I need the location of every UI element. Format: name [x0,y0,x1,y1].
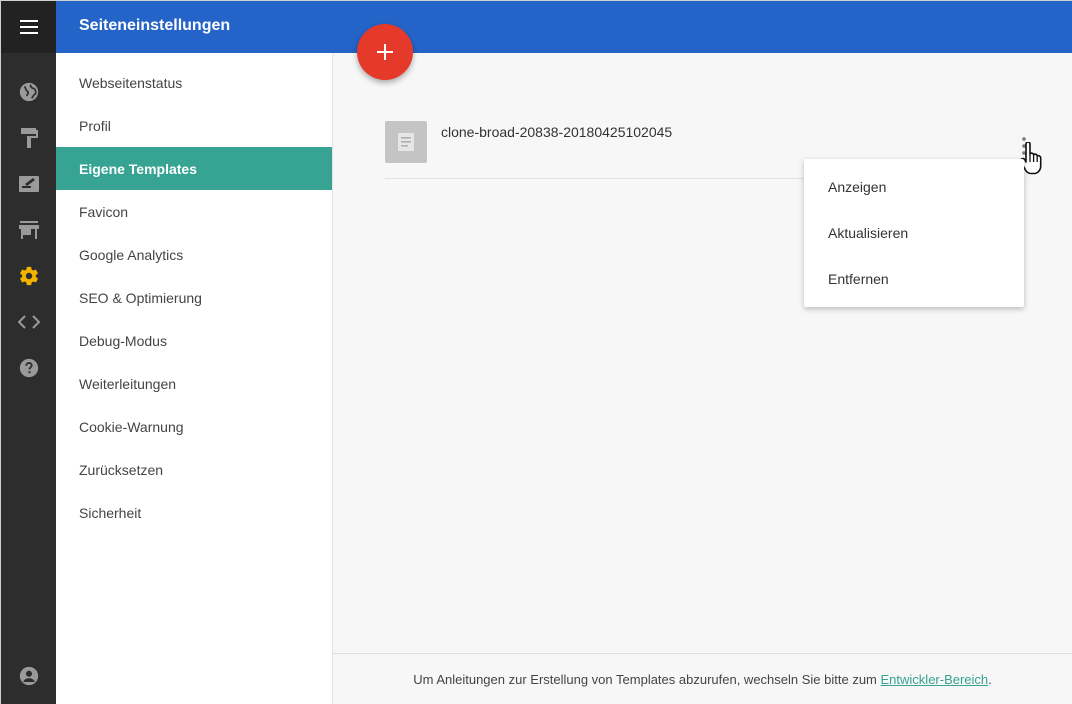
plus-icon [377,44,393,60]
store-icon [18,221,39,239]
sidebar-item-cookie-warnung[interactable]: Cookie-Warnung [56,405,332,448]
settings-sidebar: Webseitenstatus Profil Eigene Templates … [56,53,333,704]
rail-code[interactable] [1,299,56,345]
menu-item-aktualisieren[interactable]: Aktualisieren [804,210,1024,256]
sidebar-item-favicon[interactable]: Favicon [56,190,332,233]
globe-icon [19,82,38,102]
account-icon [19,666,38,686]
rail-settings[interactable] [1,253,56,299]
add-template-button[interactable] [357,24,413,80]
template-thumbnail [385,121,427,163]
menu-button[interactable] [1,1,56,53]
rail-account[interactable] [1,653,56,699]
sidebar-item-zuruecksetzen[interactable]: Zurücksetzen [56,448,332,491]
sidebar-item-google-analytics[interactable]: Google Analytics [56,233,332,276]
document-icon [398,133,414,151]
code-icon [17,315,40,329]
edit-note-icon [18,176,39,192]
page-title: Seiteneinstellungen [79,17,231,34]
gear-icon [19,266,38,286]
top-header: Seiteneinstellungen [56,1,1072,53]
main-content: clone-broad-20838-20180425102045 [333,53,1072,653]
help-icon [19,358,38,378]
paint-roller-icon [20,128,38,148]
sidebar-item-webseitenstatus[interactable]: Webseitenstatus [56,61,332,104]
app-frame: Seiteneinstellungen Webseitenstatus Prof… [0,0,1072,704]
sidebar-item-seo[interactable]: SEO & Optimierung [56,276,332,319]
rail-content[interactable] [1,161,56,207]
footer-hint: Um Anleitungen zur Erstellung von Templa… [333,653,1072,704]
icon-rail [1,1,56,704]
context-menu: Anzeigen Aktualisieren Entfernen [804,159,1024,307]
sidebar-item-profil[interactable]: Profil [56,104,332,147]
menu-item-anzeigen[interactable]: Anzeigen [804,164,1024,210]
sidebar-item-eigene-templates[interactable]: Eigene Templates [56,147,332,190]
footer-text: Um Anleitungen zur Erstellung von Templa… [413,671,877,687]
sidebar-item-debug-modus[interactable]: Debug-Modus [56,319,332,362]
menu-icon [19,20,38,34]
menu-item-entfernen[interactable]: Entfernen [804,256,1024,302]
rail-help[interactable] [1,345,56,391]
rail-globe[interactable] [1,69,56,115]
footer-end: . [988,671,992,687]
sidebar-item-sicherheit[interactable]: Sicherheit [56,491,332,534]
sidebar-item-weiterleitungen[interactable]: Weiterleitungen [56,362,332,405]
rail-store[interactable] [1,207,56,253]
rail-design[interactable] [1,115,56,161]
developer-area-link[interactable]: Entwickler-Bereich [881,672,989,687]
template-name: clone-broad-20838-20180425102045 [441,124,673,140]
